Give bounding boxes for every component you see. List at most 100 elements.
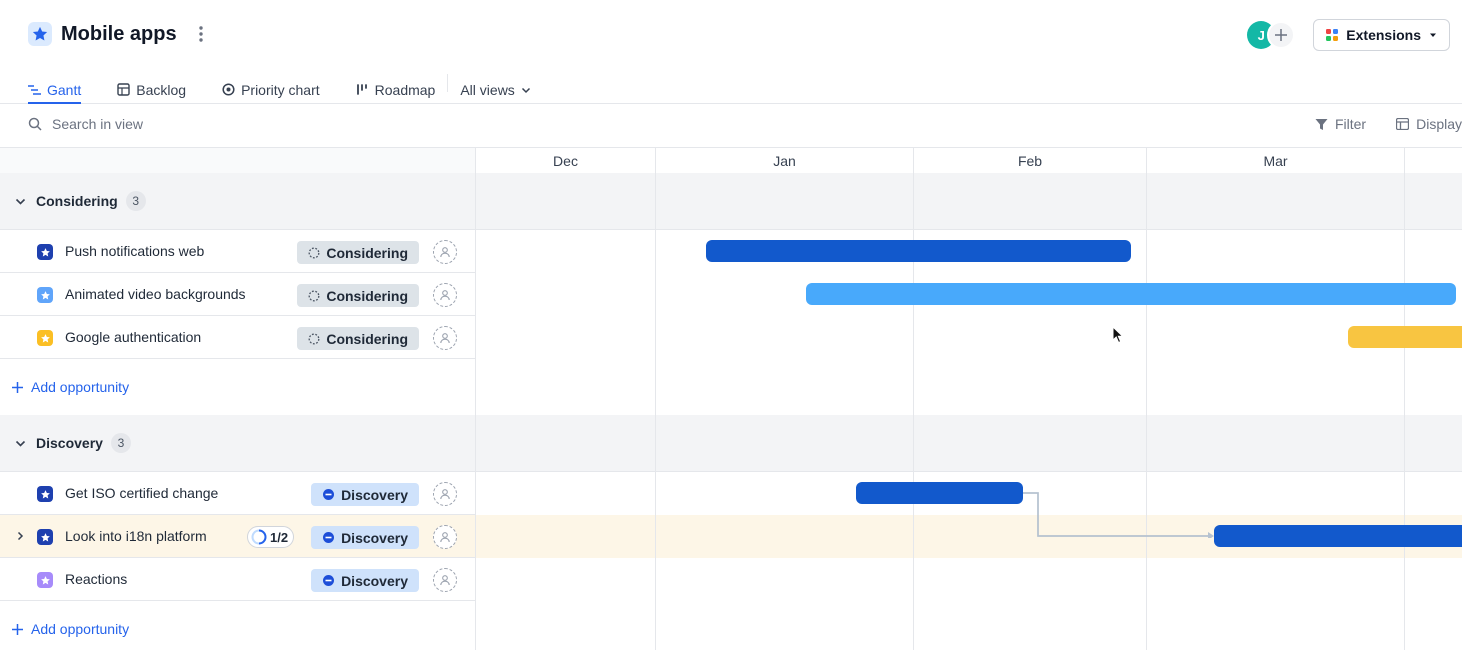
tab-roadmap[interactable]: Roadmap [356,66,435,104]
tab-divider [447,74,449,92]
add-opportunity-button[interactable]: Add opportunity [0,359,476,415]
discovery-icon [323,489,335,500]
collapse-chevron-icon[interactable] [13,194,27,208]
status-label: Considering [326,244,408,261]
list-header-blank [0,148,476,173]
search-icon [28,117,42,131]
status-badge[interactable]: Discovery [311,483,419,506]
display-icon [1396,118,1410,130]
status-label: Considering [326,330,408,347]
subtask-progress[interactable]: 1/2 [247,526,295,548]
month-jan: Jan [656,148,914,173]
tab-all-views[interactable]: All views [460,66,530,104]
star-icon [37,486,53,502]
status-badge[interactable]: Discovery [311,569,419,592]
group-header-discovery: Discovery 3 [0,415,1462,472]
gantt-bar[interactable] [706,240,1131,262]
timeline-header: Dec Jan Feb Mar [0,148,1462,173]
gantt-body: Considering 3 Push notifications web Con… [0,173,1462,650]
assignee-avatar-icon[interactable] [433,283,457,307]
item-name[interactable]: Reactions [65,571,127,587]
dashed-circle-icon [308,333,320,344]
list-item[interactable]: Get ISO certified change Discovery [0,472,476,515]
status-label: Discovery [341,529,408,546]
add-opportunity-button[interactable]: Add opportunity [0,601,476,650]
search-input[interactable]: Search in view [28,116,143,132]
group-name: Considering [36,193,118,209]
progress-ring-icon [251,529,267,545]
gantt-bar[interactable] [806,283,1456,305]
assignee-avatar-icon[interactable] [433,326,457,350]
star-icon [37,287,53,303]
gantt-bar[interactable] [856,482,1023,504]
status-badge[interactable]: Considering [297,284,419,307]
title-row: Mobile apps [28,22,209,46]
assignee-avatar-icon[interactable] [433,482,457,506]
more-options-icon[interactable] [193,22,209,46]
item-name[interactable]: Animated video backgrounds [65,286,246,302]
filter-label: Filter [1334,116,1367,132]
collapse-chevron-icon[interactable] [13,436,27,450]
group-name: Discovery [36,435,103,451]
list-item[interactable]: Push notifications web Considering [0,230,476,273]
list-item[interactable]: Look into i18n platform 1/2 Discovery [0,515,476,558]
group-count: 3 [125,191,146,211]
tab-priority-chart[interactable]: Priority chart [222,66,320,104]
backlog-icon [117,83,130,96]
status-badge[interactable]: Discovery [311,526,419,549]
tab-label: All views [460,81,515,98]
dependency-connector [1023,492,1214,538]
status-label: Considering [326,287,408,304]
view-toolbar: Search in view Filter Display [0,104,1462,148]
list-item[interactable]: Google authentication Considering [0,316,476,359]
status-badge[interactable]: Considering [297,241,419,264]
tab-gantt[interactable]: Gantt [28,66,82,104]
item-name[interactable]: Look into i18n platform [65,528,207,544]
dashed-circle-icon [308,290,320,301]
tab-label: Gantt [47,81,82,98]
item-name[interactable]: Push notifications web [65,243,204,259]
add-opportunity-label: Add opportunity [31,379,130,395]
star-icon [28,22,52,46]
assignee-avatar-icon[interactable] [433,525,457,549]
progress-label: 1/2 [270,529,289,545]
assignee-avatar-icon[interactable] [433,568,457,592]
discovery-icon [323,532,335,543]
group-count: 3 [110,433,131,453]
page-header: Mobile apps J Extensions Gantt Backlog P… [0,0,1462,104]
add-opportunity-label: Add opportunity [31,621,130,637]
status-badge[interactable]: Considering [297,327,419,350]
expand-chevron-icon[interactable] [13,529,27,543]
group-header-considering: Considering 3 [0,173,1462,230]
status-label: Discovery [341,572,408,589]
tab-backlog[interactable]: Backlog [117,66,186,104]
add-member-button[interactable] [1267,21,1296,49]
display-button[interactable]: Display [1396,116,1462,132]
extensions-button[interactable]: Extensions [1313,19,1450,51]
gantt-icon [28,84,41,95]
month-dec: Dec [476,148,656,173]
item-name[interactable]: Get ISO certified change [65,485,218,501]
item-name[interactable]: Google authentication [65,329,201,345]
roadmap-icon [356,84,367,95]
month-gridline [1404,173,1405,650]
chevron-down-icon [521,87,530,93]
view-tabs: Gantt Backlog Priority chart Roadmap All… [28,66,567,104]
star-icon [37,572,53,588]
filter-icon [1315,118,1328,130]
assignee-avatar-icon[interactable] [433,240,457,264]
priority-chart-icon [222,83,235,96]
gantt-bar[interactable] [1214,525,1462,547]
month-feb: Feb [914,148,1147,173]
gantt-bar[interactable] [1348,326,1462,348]
list-item[interactable]: Reactions Discovery [0,558,476,601]
extensions-icon [1326,29,1339,41]
filter-button[interactable]: Filter [1315,116,1366,132]
month-gridline [1146,173,1147,650]
star-icon [37,529,53,545]
page-title: Mobile apps [61,22,177,45]
list-item[interactable]: Animated video backgrounds Considering [0,273,476,316]
extensions-label: Extensions [1346,27,1421,43]
star-icon [37,244,53,260]
toolbar-right: Filter Display [1315,116,1462,132]
